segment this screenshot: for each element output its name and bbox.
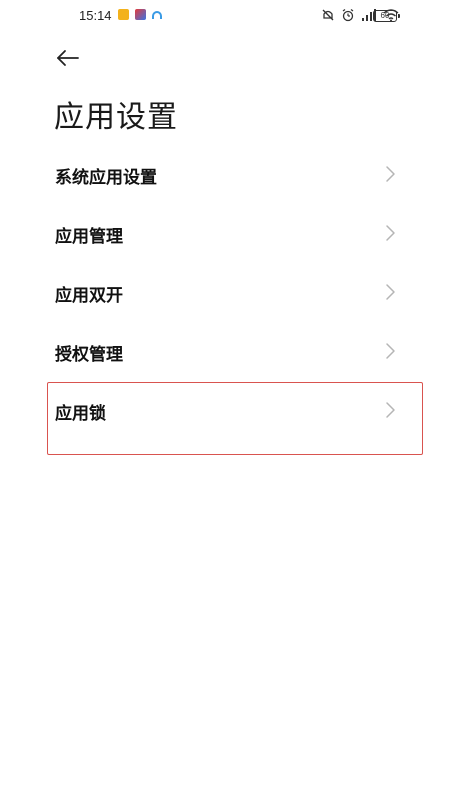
- status-time: 15:14: [79, 8, 112, 23]
- status-bar: 15:14 60: [0, 0, 459, 34]
- settings-item-label: 系统应用设置: [55, 168, 157, 188]
- notification-icons: [118, 9, 162, 20]
- chevron-right-icon: [386, 343, 395, 359]
- chevron-right-icon: [386, 166, 395, 182]
- settings-item-app-management[interactable]: 应用管理: [0, 204, 459, 263]
- settings-item-label: 授权管理: [55, 345, 123, 365]
- alarm-icon: [342, 8, 354, 22]
- settings-item-permissions[interactable]: 授权管理: [0, 322, 459, 381]
- settings-item-label: 应用锁: [55, 404, 106, 424]
- notification-cloud-icon: [152, 10, 162, 19]
- notification-app-icon: [118, 9, 129, 20]
- chevron-right-icon: [386, 225, 395, 241]
- page-title: 应用设置: [54, 100, 178, 135]
- back-button[interactable]: [52, 42, 84, 74]
- battery-icon: 60: [373, 10, 400, 22]
- settings-item-system-app-settings[interactable]: 系统应用设置: [0, 145, 459, 204]
- settings-item-label: 应用双开: [55, 286, 123, 306]
- settings-item-dual-apps[interactable]: 应用双开: [0, 263, 459, 322]
- mute-icon: [322, 9, 334, 21]
- notification-app-icon: [135, 9, 146, 20]
- settings-item-label: 应用管理: [55, 227, 123, 247]
- settings-item-app-lock[interactable]: 应用锁: [0, 381, 459, 440]
- chevron-right-icon: [386, 402, 395, 418]
- back-arrow-icon: [57, 50, 79, 66]
- chevron-right-icon: [386, 284, 395, 300]
